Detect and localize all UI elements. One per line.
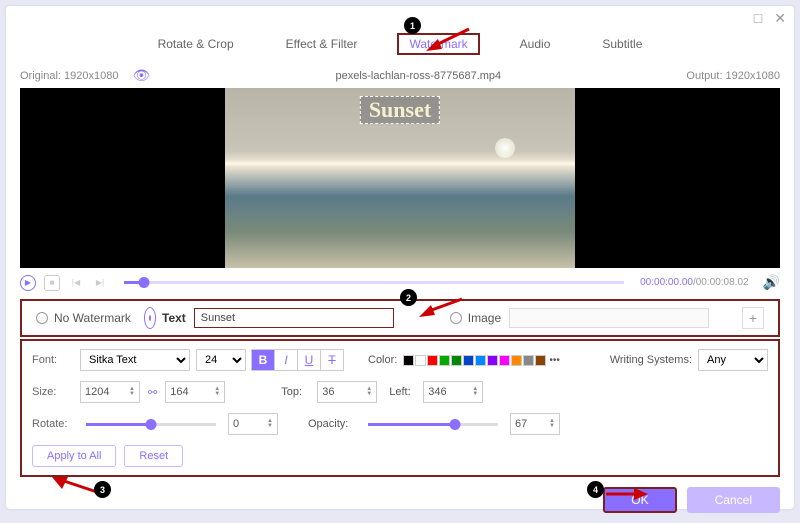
rotate-slider[interactable] — [86, 423, 216, 426]
opacity-slider[interactable] — [368, 423, 498, 426]
tab-audio[interactable]: Audio — [508, 33, 563, 55]
color-swatch[interactable] — [487, 355, 498, 366]
color-swatch[interactable] — [403, 355, 414, 366]
next-frame-button[interactable]: ▶| — [92, 275, 108, 291]
option-label: Image — [468, 311, 501, 325]
format-buttons: B I U T — [252, 349, 344, 371]
info-bar: Original: 1920x1080 👁 pexels-lachlan-ros… — [6, 63, 794, 88]
color-swatch[interactable] — [427, 355, 438, 366]
option-label: No Watermark — [54, 311, 131, 325]
top-label: Top: — [281, 386, 311, 398]
color-swatch[interactable] — [523, 355, 534, 366]
opacity-label: Opacity: — [308, 418, 356, 430]
color-swatch[interactable] — [439, 355, 450, 366]
prev-frame-button[interactable]: |◀ — [68, 275, 84, 291]
option-no-watermark[interactable]: No Watermark — [36, 311, 136, 325]
callout-2: 2 — [400, 289, 417, 306]
watermark-text-input[interactable] — [194, 308, 394, 328]
color-swatch[interactable] — [535, 355, 546, 366]
bold-button[interactable]: B — [251, 349, 275, 371]
watermark-type-row: No Watermark Text Image + 2 — [20, 299, 780, 337]
editor-window: □ ✕ Rotate & Crop Effect & Filter Waterm… — [6, 6, 794, 509]
titlebar: □ ✕ — [6, 6, 794, 31]
color-swatch[interactable] — [499, 355, 510, 366]
tab-effect-filter[interactable]: Effect & Filter — [274, 33, 370, 55]
sun-detail — [495, 138, 515, 158]
font-size-select[interactable]: 24 — [196, 349, 246, 371]
font-label: Font: — [32, 354, 74, 366]
writing-systems-select[interactable]: Any — [698, 349, 768, 371]
color-swatch[interactable] — [463, 355, 474, 366]
radio-icon — [36, 312, 48, 324]
dialog-footer: 3 4 OK Cancel — [6, 477, 794, 523]
callout-4: 4 — [587, 481, 604, 498]
left-label: Left: — [389, 386, 417, 398]
tab-subtitle[interactable]: Subtitle — [590, 33, 654, 55]
output-resolution: Output: 1920x1080 — [686, 70, 780, 82]
height-stepper[interactable]: 164▲▼ — [165, 381, 225, 403]
strike-button[interactable]: T — [320, 349, 344, 371]
volume-icon[interactable]: 🔊 — [763, 274, 780, 291]
watermark-overlay[interactable]: Sunset — [360, 96, 440, 124]
tab-bar: Rotate & Crop Effect & Filter Watermark … — [6, 31, 794, 63]
time-display: 00:00:00.00/00:00:08.02 — [640, 277, 748, 288]
underline-button[interactable]: U — [297, 349, 321, 371]
play-button[interactable]: ▶ — [20, 275, 36, 291]
option-label: Text — [162, 311, 186, 325]
video-preview: Sunset — [20, 88, 780, 268]
italic-button[interactable]: I — [274, 349, 298, 371]
color-swatch[interactable] — [415, 355, 426, 366]
color-swatch[interactable] — [451, 355, 462, 366]
option-text[interactable]: Text — [144, 307, 186, 329]
size-label: Size: — [32, 386, 74, 398]
link-icon[interactable]: ⚯ — [148, 386, 157, 399]
rotate-label: Rotate: — [32, 418, 74, 430]
watermark-properties: Font: Sitka Text 24 B I U T Color: — [20, 339, 780, 477]
color-label: Color: — [368, 354, 397, 366]
top-stepper[interactable]: 36▲▼ — [317, 381, 377, 403]
watermark-image-input[interactable] — [509, 308, 709, 328]
video-frame: Sunset — [225, 88, 575, 268]
writing-systems-label: Writing Systems: — [610, 354, 692, 366]
more-colors[interactable]: ••• — [549, 355, 560, 366]
color-swatch[interactable] — [511, 355, 522, 366]
add-watermark-button[interactable]: + — [742, 307, 764, 329]
cancel-button[interactable]: Cancel — [687, 487, 780, 513]
apply-all-button[interactable]: Apply to All — [32, 445, 116, 467]
original-resolution: Original: 1920x1080 — [20, 70, 118, 82]
left-stepper[interactable]: 346▲▼ — [423, 381, 483, 403]
callout-3: 3 — [94, 481, 111, 498]
radio-icon — [144, 307, 156, 329]
rotate-stepper[interactable]: 0▲▼ — [228, 413, 278, 435]
timeline-slider[interactable] — [124, 281, 624, 284]
tab-rotate-crop[interactable]: Rotate & Crop — [146, 33, 246, 55]
opacity-stepper[interactable]: 67▲▼ — [510, 413, 560, 435]
stop-button[interactable]: ■ — [44, 275, 60, 291]
width-stepper[interactable]: 1204▲▼ — [80, 381, 140, 403]
maximize-icon[interactable]: □ — [754, 10, 762, 27]
color-swatches: ••• — [403, 355, 560, 366]
filename: pexels-lachlan-ross-8775687.mp4 — [150, 70, 686, 82]
reset-button[interactable]: Reset — [124, 445, 183, 467]
color-swatch[interactable] — [475, 355, 486, 366]
callout-1: 1 — [404, 17, 421, 34]
font-select[interactable]: Sitka Text — [80, 349, 190, 371]
close-icon[interactable]: ✕ — [774, 10, 786, 27]
preview-toggle-icon[interactable]: 👁 — [132, 67, 150, 84]
